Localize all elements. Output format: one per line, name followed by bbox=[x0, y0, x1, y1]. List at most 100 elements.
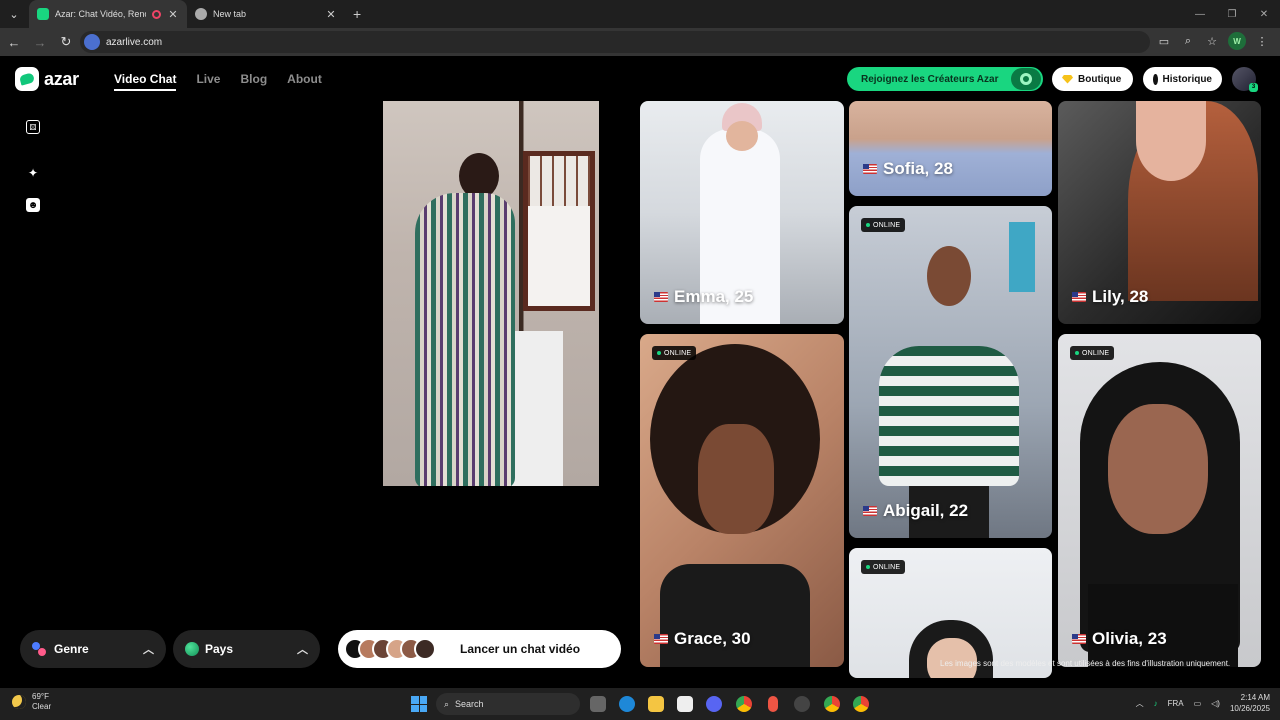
recording-icon bbox=[152, 9, 161, 19]
self-camera-preview bbox=[383, 101, 599, 486]
back-icon[interactable]: ← bbox=[2, 30, 26, 54]
close-window-icon[interactable]: ✕ bbox=[1248, 0, 1280, 28]
shop-button[interactable]: Boutique bbox=[1052, 67, 1133, 91]
bookmark-star-icon[interactable]: ☆ bbox=[1204, 33, 1220, 49]
chrome-favicon-icon bbox=[195, 8, 207, 20]
country-filter[interactable]: Pays ︿ bbox=[173, 630, 320, 668]
profile-icon[interactable]: W bbox=[1228, 32, 1246, 50]
search-icon: ⌕ bbox=[444, 698, 450, 709]
online-badge: ONLINE bbox=[861, 560, 906, 574]
profile-card[interactable]: ONLINE Grace, 30 bbox=[640, 334, 844, 667]
chrome-profile-2-icon[interactable] bbox=[853, 696, 869, 712]
taskbar-time: 2:14 AM bbox=[1240, 693, 1270, 702]
chevron-up-icon: ︿ bbox=[143, 644, 154, 656]
profile-name: Olivia, 23 bbox=[1072, 629, 1167, 649]
logo-text: azar bbox=[44, 68, 79, 89]
online-badge: ONLINE bbox=[652, 346, 697, 360]
url-field[interactable]: azarlive.com bbox=[80, 31, 1150, 53]
illustration-disclaimer: Les images sont des modèles et sont util… bbox=[940, 659, 1231, 668]
profile-name: Sofia, 28 bbox=[863, 159, 953, 179]
azar-logo-icon bbox=[15, 67, 39, 91]
task-view-icon[interactable] bbox=[590, 696, 606, 712]
zoom-icon[interactable]: ⌕ bbox=[1180, 33, 1196, 49]
gem-icon bbox=[1062, 74, 1073, 84]
new-tab-button[interactable]: + bbox=[353, 6, 361, 22]
url-text: azarlive.com bbox=[106, 36, 163, 48]
weather-text: 69°F Clear bbox=[32, 692, 51, 712]
chrome-icon[interactable] bbox=[736, 696, 752, 712]
forward-icon[interactable]: → bbox=[28, 30, 52, 54]
minimize-icon[interactable]: — bbox=[1184, 0, 1216, 28]
tab-new-tab[interactable]: New tab ✕ bbox=[187, 0, 345, 28]
user-avatar[interactable]: 3 bbox=[1232, 67, 1258, 92]
us-flag-icon bbox=[654, 634, 668, 644]
windows-taskbar: 69°F Clear ⌕ Search ︿ ♪ FRA ▭ ◁) 2:14 AM… bbox=[0, 688, 1280, 720]
history-label: Historique bbox=[1162, 73, 1212, 85]
nav-blog[interactable]: Blog bbox=[240, 72, 267, 91]
nav-video-chat[interactable]: Video Chat bbox=[114, 72, 177, 91]
system-tray: ︿ ♪ FRA ▭ ◁) 2:14 AM 10/26/2025 bbox=[1136, 692, 1270, 714]
file-explorer-icon[interactable] bbox=[648, 696, 664, 712]
language-indicator[interactable]: FRA bbox=[1168, 699, 1184, 708]
reload-icon[interactable]: ↻ bbox=[54, 30, 78, 54]
close-tab-icon[interactable]: ✕ bbox=[325, 8, 337, 21]
profile-card[interactable]: ONLINE Olivia, 23 bbox=[1058, 334, 1261, 667]
maximize-icon[interactable]: ❐ bbox=[1216, 0, 1248, 28]
creators-icon bbox=[1011, 68, 1041, 90]
gender-icon bbox=[32, 642, 46, 656]
history-button[interactable]: Historique bbox=[1143, 67, 1222, 91]
dice-icon[interactable]: ⚄ bbox=[26, 120, 40, 134]
mic-tray-icon[interactable]: ♪ bbox=[1154, 699, 1158, 708]
us-flag-icon bbox=[1072, 634, 1086, 644]
join-creators-button[interactable]: Rejoignez les Créateurs Azar bbox=[847, 67, 1043, 91]
globe-icon bbox=[185, 642, 199, 656]
profile-card[interactable]: Lily, 28 bbox=[1058, 101, 1261, 324]
network-icon[interactable]: ▭ bbox=[1194, 699, 1202, 708]
menu-kebab-icon[interactable]: ⋮ bbox=[1254, 33, 1270, 49]
store-icon[interactable] bbox=[677, 696, 693, 712]
discord-icon[interactable] bbox=[706, 696, 722, 712]
tab-azar[interactable]: Azar: Chat Vidéo, Rencontres ✕ bbox=[29, 0, 187, 28]
steam-icon[interactable] bbox=[794, 696, 810, 712]
profile-name: Emma, 25 bbox=[654, 287, 753, 307]
profile-name: Grace, 30 bbox=[654, 629, 751, 649]
start-video-chat-button[interactable]: Lancer un chat vidéo bbox=[338, 630, 621, 668]
online-badge: ONLINE bbox=[861, 218, 906, 232]
profile-card[interactable]: Sofia, 28 bbox=[849, 101, 1052, 196]
window-controls: — ❐ ✕ bbox=[1184, 0, 1280, 28]
main-nav: Video Chat Live Blog About bbox=[114, 72, 322, 91]
face-mask-icon[interactable]: ☻ bbox=[26, 198, 40, 212]
cast-icon[interactable]: ▭ bbox=[1156, 33, 1172, 49]
tray-expand-icon[interactable]: ︿ bbox=[1136, 698, 1144, 709]
windows-start-icon[interactable] bbox=[411, 696, 427, 712]
chevron-up-icon: ︿ bbox=[297, 644, 308, 656]
moon-icon bbox=[12, 695, 26, 709]
us-flag-icon bbox=[654, 292, 668, 302]
online-badge: ONLINE bbox=[1070, 346, 1115, 360]
edge-icon[interactable] bbox=[619, 696, 635, 712]
profile-card[interactable]: ONLINE Abigail, 22 bbox=[849, 206, 1052, 538]
weather-widget[interactable]: 69°F Clear bbox=[12, 692, 51, 712]
taskbar-search[interactable]: ⌕ Search bbox=[436, 693, 580, 715]
profile-name: Lily, 28 bbox=[1072, 287, 1148, 307]
profile-card[interactable]: Emma, 25 bbox=[640, 101, 844, 324]
us-flag-icon bbox=[863, 506, 877, 516]
gender-filter[interactable]: Genre ︿ bbox=[20, 630, 166, 668]
chrome-profile-icon[interactable] bbox=[824, 696, 840, 712]
nav-live[interactable]: Live bbox=[196, 72, 220, 91]
shop-label: Boutique bbox=[1078, 73, 1122, 85]
microphone-icon[interactable] bbox=[768, 696, 778, 712]
camera-person bbox=[401, 151, 521, 486]
volume-icon[interactable]: ◁) bbox=[1211, 699, 1220, 708]
clock-widget[interactable]: 2:14 AM 10/26/2025 bbox=[1230, 692, 1270, 714]
azar-logo[interactable]: azar bbox=[15, 67, 79, 91]
close-tab-icon[interactable]: ✕ bbox=[167, 8, 179, 21]
sparkle-effects-icon[interactable]: ✦ bbox=[26, 166, 40, 180]
user-faces-stack bbox=[344, 638, 436, 660]
azar-favicon-icon bbox=[37, 8, 49, 20]
nav-about[interactable]: About bbox=[287, 72, 322, 91]
site-info-icon[interactable] bbox=[84, 34, 100, 50]
tab-title: Azar: Chat Vidéo, Rencontres bbox=[55, 9, 146, 19]
gender-label: Genre bbox=[54, 642, 89, 656]
tab-list-button[interactable]: ⌄ bbox=[3, 3, 25, 25]
